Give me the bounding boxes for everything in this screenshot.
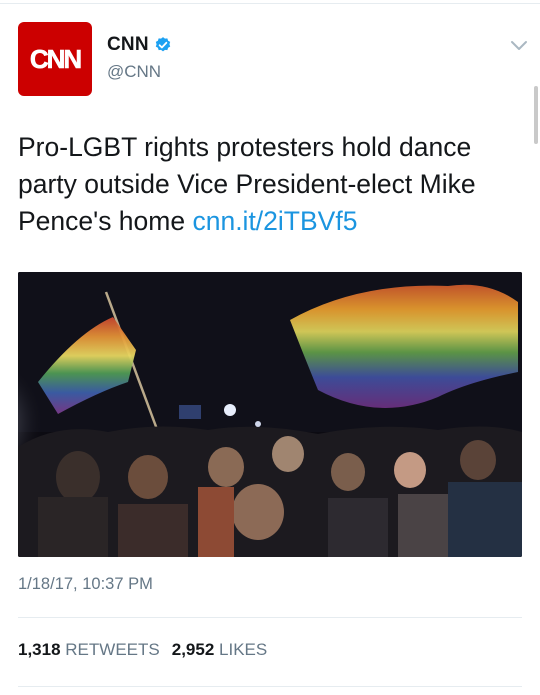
divider: [18, 617, 522, 618]
cnn-logo: CNN: [30, 44, 84, 75]
chevron-down-icon[interactable]: [510, 40, 528, 52]
avatar[interactable]: CNN: [18, 22, 92, 96]
divider: [18, 686, 522, 687]
tweet-stats: 1,318 RETWEETS 2,952 LIKES: [18, 640, 267, 660]
scrollbar[interactable]: [534, 86, 538, 144]
tweet-link[interactable]: cnn.it/2iTBVf5: [192, 206, 357, 236]
svg-text:CNN: CNN: [30, 44, 82, 74]
likes-stat[interactable]: 2,952 LIKES: [172, 640, 267, 660]
tweet-photo[interactable]: [18, 272, 522, 557]
retweets-stat[interactable]: 1,318 RETWEETS: [18, 640, 160, 660]
protest-photo-image: [18, 272, 522, 557]
likes-label: LIKES: [219, 640, 268, 659]
verified-badge-icon: [155, 37, 170, 52]
tweet-timestamp[interactable]: 1/18/17, 10:37 PM: [18, 575, 153, 594]
retweets-count: 1,318: [18, 640, 61, 659]
top-divider: [0, 3, 540, 4]
retweets-label: RETWEETS: [65, 640, 160, 659]
name-row: CNN: [107, 34, 172, 56]
tweet-header: CNN CNN @CNN: [18, 22, 528, 100]
tweet-text: Pro-LGBT rights protesters hold dance pa…: [18, 129, 523, 240]
likes-count: 2,952: [171, 640, 215, 659]
account-name[interactable]: CNN: [107, 34, 149, 56]
account-handle[interactable]: @CNN: [107, 62, 161, 82]
